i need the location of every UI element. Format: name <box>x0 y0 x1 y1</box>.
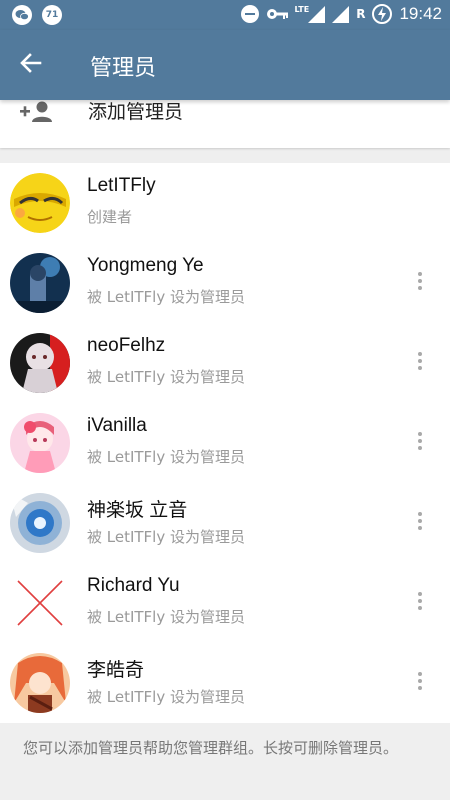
avatar <box>10 573 70 633</box>
list-item[interactable]: 神楽坂 立音 被 LetITFly 设为管理员 <box>0 483 450 563</box>
list-item[interactable]: 李皓奇 被 LetITFly 设为管理员 <box>0 643 450 723</box>
more-options-icon[interactable] <box>410 269 430 297</box>
notification-badge-icon: 71 <box>42 5 62 25</box>
page-title: 管理员 <box>90 56 157 81</box>
admin-name: 神楽坂 立音 <box>87 500 188 521</box>
admin-role: 被 LetITFly 设为管理员 <box>87 448 245 466</box>
avatar <box>10 173 70 233</box>
admin-role: 被 LetITFly 设为管理员 <box>87 288 245 306</box>
wechat-icon <box>12 5 32 25</box>
signal-icon <box>332 5 350 23</box>
admin-name: Yongmeng Ye <box>87 255 204 276</box>
add-admin-button[interactable]: 添加管理员 <box>0 100 450 148</box>
avatar <box>10 493 70 553</box>
avatar <box>10 653 70 713</box>
more-options-icon[interactable] <box>410 669 430 697</box>
list-item[interactable]: Richard Yu 被 LetITFly 设为管理员 <box>0 563 450 643</box>
footer-hint: 您可以添加管理员帮助您管理群组。长按可删除管理员。 <box>0 723 450 800</box>
admin-name: LetITFly <box>87 175 156 196</box>
arrow-back-icon <box>20 53 42 73</box>
admin-name: neoFelhz <box>87 335 166 356</box>
admin-role: 创建者 <box>87 208 133 226</box>
add-person-icon <box>20 101 52 122</box>
battery-charging-icon <box>372 4 393 24</box>
admin-role: 被 LetITFly 设为管理员 <box>87 608 245 626</box>
avatar <box>10 333 70 393</box>
list-item[interactable]: neoFelhz 被 LetITFly 设为管理员 <box>0 323 450 403</box>
more-options-icon[interactable] <box>410 509 430 537</box>
add-admin-label: 添加管理员 <box>88 101 184 123</box>
app-bar: 管理员 <box>0 30 450 100</box>
footer-hint-text: 您可以添加管理员帮助您管理群组。长按可删除管理员。 <box>23 739 399 757</box>
key-icon <box>266 9 288 19</box>
more-options-icon[interactable] <box>410 349 430 377</box>
admin-role: 被 LetITFly 设为管理员 <box>87 528 245 546</box>
do-not-disturb-icon <box>240 5 259 23</box>
list-item[interactable]: LetITFly 创建者 <box>0 163 450 243</box>
roaming-label: R <box>356 7 366 21</box>
list-item[interactable]: Yongmeng Ye 被 LetITFly 设为管理员 <box>0 243 450 323</box>
list-item[interactable]: iVanilla 被 LetITFly 设为管理员 <box>0 403 450 483</box>
avatar <box>10 253 70 313</box>
clock: 19:42 <box>399 4 442 23</box>
admin-role: 被 LetITFly 设为管理员 <box>87 688 245 706</box>
network-type-label: LTE <box>294 4 310 14</box>
admin-name: Richard Yu <box>87 575 180 596</box>
admin-list: LetITFly 创建者 Yongmeng Ye 被 LetITFly 设为管理… <box>0 163 450 723</box>
avatar <box>10 413 70 473</box>
admin-name: iVanilla <box>87 415 147 436</box>
lte-signal-icon <box>308 5 326 23</box>
back-button[interactable] <box>18 50 50 80</box>
status-bar: 71 LTE R 19:42 <box>0 0 450 30</box>
more-options-icon[interactable] <box>410 589 430 617</box>
admin-name: 李皓奇 <box>87 660 145 681</box>
admin-role: 被 LetITFly 设为管理员 <box>87 368 245 386</box>
more-options-icon[interactable] <box>410 429 430 457</box>
